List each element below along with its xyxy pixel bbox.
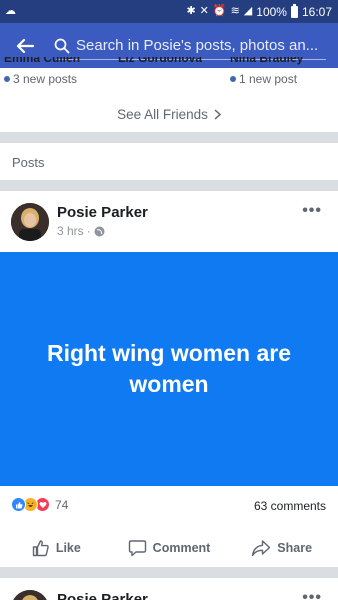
friend-item[interactable]: Nina Bradley 1 new post bbox=[230, 57, 303, 86]
chevron-right-icon bbox=[214, 108, 221, 120]
battery-percent: 100% bbox=[256, 4, 287, 19]
posts-heading: Posts bbox=[12, 155, 45, 170]
search-input[interactable] bbox=[76, 37, 331, 54]
friend-new-posts: 3 new posts bbox=[13, 72, 78, 86]
like-reaction-icon bbox=[11, 497, 26, 512]
comment-button[interactable]: Comment bbox=[113, 530, 226, 566]
thumbs-up-icon bbox=[32, 540, 49, 557]
post-meta: 3 hrs · bbox=[57, 224, 105, 238]
share-icon bbox=[252, 540, 271, 557]
reaction-count: 74 bbox=[55, 497, 69, 512]
friend-item[interactable]: Emma Cullen 3 new posts bbox=[4, 57, 80, 86]
see-all-label: See All Friends bbox=[117, 106, 208, 122]
friend-name: Nina Bradley bbox=[230, 57, 304, 65]
post-actions: Like Comment Share bbox=[0, 530, 338, 566]
post-author[interactable]: Posie Parker bbox=[57, 591, 148, 600]
avatar[interactable] bbox=[11, 203, 49, 241]
new-dot-icon bbox=[230, 76, 236, 82]
friend-name: Liz Gordonova bbox=[118, 57, 202, 65]
friends-strip: Emma Cullen 3 new posts Liz Gordonova Ni… bbox=[0, 57, 338, 91]
status-bar: ☁ ✱ ✕ ⏰ ≋ ◢ 100% 16:07 bbox=[0, 0, 338, 23]
friend-name: Emma Cullen bbox=[4, 57, 81, 65]
section-divider bbox=[0, 180, 338, 191]
more-options-icon[interactable]: ••• bbox=[302, 589, 322, 600]
more-options-icon[interactable]: ••• bbox=[302, 202, 322, 220]
see-all-friends-button[interactable]: See All Friends bbox=[0, 96, 338, 132]
status-icons: ✱ ✕ ⏰ ≋ ◢ 100% 16:07 bbox=[186, 3, 332, 19]
friend-new-posts: 1 new post bbox=[239, 72, 298, 86]
search-icon bbox=[54, 38, 70, 53]
comment-icon bbox=[128, 540, 146, 557]
like-button[interactable]: Like bbox=[0, 530, 113, 566]
reactions-summary[interactable]: 74 bbox=[11, 497, 68, 512]
friend-item[interactable]: Liz Gordonova bbox=[118, 57, 202, 69]
post-card: Posie Parker ••• bbox=[0, 578, 338, 600]
comment-label: Comment bbox=[152, 541, 211, 555]
new-dot-icon bbox=[4, 76, 10, 82]
section-divider bbox=[0, 132, 338, 143]
section-divider bbox=[0, 567, 338, 578]
share-button[interactable]: Share bbox=[225, 530, 338, 566]
share-label: Share bbox=[277, 541, 313, 555]
bluetooth-icon: ✱ bbox=[186, 5, 196, 17]
wifi-icon: ≋ bbox=[230, 5, 240, 17]
globe-icon bbox=[94, 226, 105, 236]
post-author[interactable]: Posie Parker bbox=[57, 204, 148, 221]
cloud-icon: ☁ bbox=[5, 5, 16, 17]
post-body: Right wing women are women bbox=[46, 340, 292, 397]
post-time[interactable]: 3 hrs bbox=[57, 224, 84, 238]
clock: 16:07 bbox=[301, 4, 332, 19]
comments-count[interactable]: 63 comments bbox=[254, 499, 326, 513]
post-background-text: Right wing women are women bbox=[0, 252, 338, 486]
battery-icon bbox=[290, 3, 298, 18]
back-arrow-icon bbox=[16, 38, 34, 53]
avatar[interactable] bbox=[11, 590, 49, 600]
signal-icon: ◢ bbox=[243, 5, 253, 17]
like-label: Like bbox=[55, 541, 81, 555]
mute-icon: ✕ bbox=[199, 5, 209, 17]
alarm-icon: ⏰ bbox=[212, 5, 227, 17]
